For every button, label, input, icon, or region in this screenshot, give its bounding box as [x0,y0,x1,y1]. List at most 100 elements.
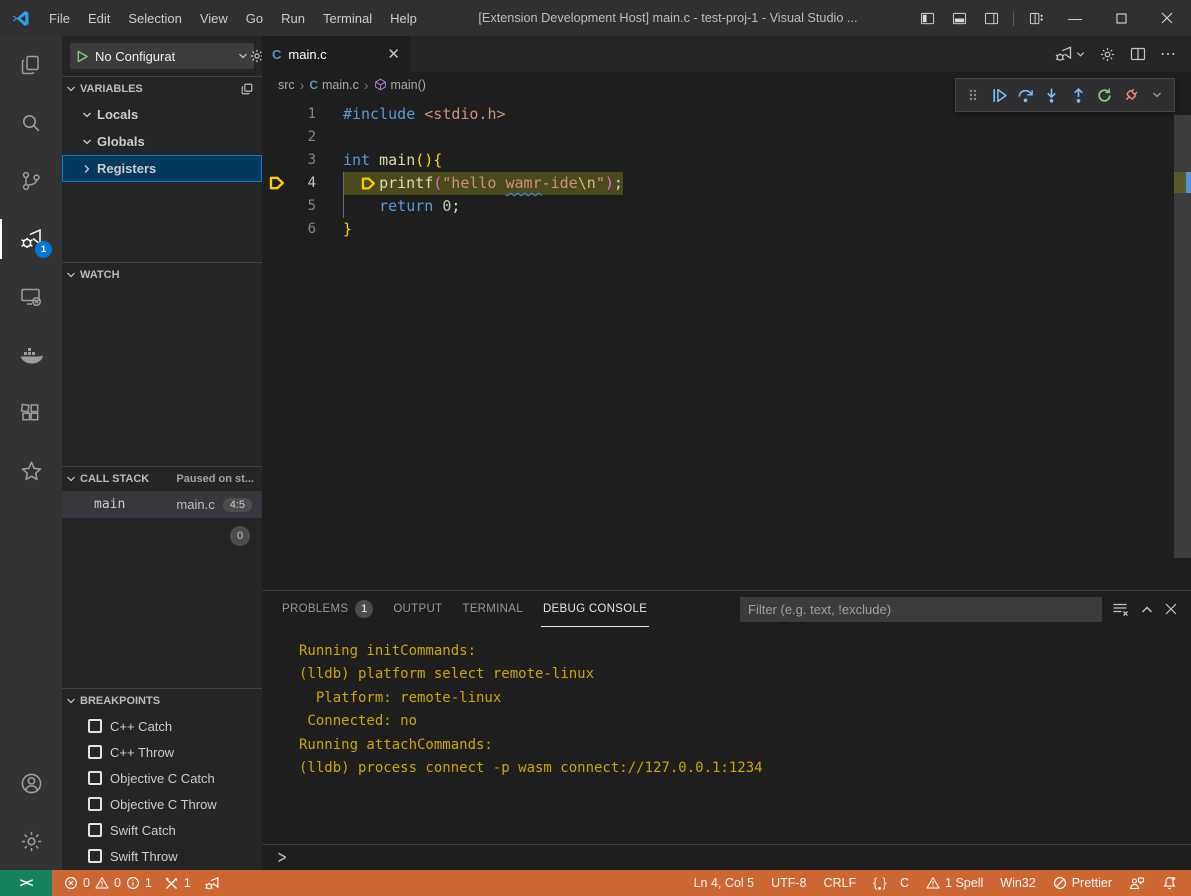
breakpoint-checkbox[interactable] [88,823,102,837]
glyph-margin[interactable] [262,218,290,241]
language-mode[interactable]: {} C [873,876,909,890]
menu-selection[interactable]: Selection [119,7,190,30]
glyph-margin[interactable] [262,149,290,172]
encoding[interactable]: UTF-8 [771,876,806,890]
tools-status[interactable]: 1 [164,876,191,891]
menu-terminal[interactable]: Terminal [314,7,381,30]
breadcrumb-file[interactable]: Cmain.c [309,78,359,92]
variables-item-registers[interactable]: Registers [62,155,262,182]
editor-settings-gear-icon[interactable] [1099,46,1116,63]
extensions-icon[interactable] [0,384,62,442]
split-editor-icon[interactable] [1130,46,1146,62]
search-icon[interactable] [0,94,62,152]
code-line-5[interactable]: 5 return 0; [262,195,1191,218]
toolbar-drag-grip[interactable] [962,82,984,108]
glyph-margin[interactable] [262,126,290,149]
configure-gear-icon[interactable] [249,48,262,64]
panel-tab-debug-console[interactable]: DEBUG CONSOLE [541,591,649,627]
breakpoint-item[interactable]: C++ Throw [62,739,262,765]
glyph-margin[interactable] [262,195,290,218]
breadcrumb-src[interactable]: src [278,78,295,92]
code-line-3[interactable]: 3int main(){ [262,149,1191,172]
code-line-2[interactable]: 2 [262,126,1191,149]
breakpoint-checkbox[interactable] [88,771,102,785]
code-line-6[interactable]: 6} [262,218,1191,241]
remote-explorer-icon[interactable] [0,268,62,326]
close-panel-icon[interactable] [1165,603,1177,615]
step-into-button[interactable] [1041,82,1063,108]
code-line-4[interactable]: 4 printf("hello wamr-ide\n"); [262,172,1191,195]
menu-view[interactable]: View [191,7,237,30]
tab-main-c[interactable]: C main.c ✕ [262,36,410,72]
glyph-margin[interactable] [262,103,290,126]
breadcrumb-symbol[interactable]: main() [374,78,426,92]
docker-icon[interactable] [0,326,62,384]
panel-tab-terminal[interactable]: TERMINAL [460,591,525,627]
panel-tab-problems[interactable]: PROBLEMS1 [280,591,375,627]
step-over-button[interactable] [1015,82,1037,108]
clear-console-icon[interactable] [1112,602,1129,617]
toggle-panel-icon[interactable] [944,4,974,32]
launch-configuration-dropdown[interactable]: No Configurat [70,43,254,69]
current-statement-arrow-icon[interactable] [262,172,290,195]
problems-status[interactable]: 0 0 1 [64,876,152,890]
breakpoint-item[interactable]: Objective C Throw [62,791,262,817]
continue-button[interactable] [988,82,1010,108]
debug-console-input[interactable]: > [262,844,1191,870]
menu-help[interactable]: Help [381,7,426,30]
minimize-button[interactable]: — [1053,1,1097,35]
step-out-button[interactable] [1067,82,1089,108]
platform-target[interactable]: Win32 [1000,876,1035,890]
breakpoint-item[interactable]: Swift Catch [62,817,262,843]
breakpoint-checkbox[interactable] [88,849,102,863]
disconnect-button[interactable] [1120,82,1142,108]
remote-indicator[interactable]: >< [0,870,52,896]
copy-icon[interactable] [240,82,254,96]
call-stack-header[interactable]: CALL STACK Paused on st... [62,467,262,491]
menu-go[interactable]: Go [237,7,272,30]
variables-header[interactable]: VARIABLES [62,77,262,101]
more-actions-icon[interactable]: ⋯ [1160,44,1177,64]
source-control-icon[interactable] [0,152,62,210]
toolbar-more-icon[interactable] [1146,82,1168,108]
stack-frame-row[interactable]: main main.c 4:5 [62,491,262,518]
breakpoint-item[interactable]: Objective C Catch [62,765,262,791]
settings-gear-icon[interactable] [0,812,62,870]
close-window-button[interactable] [1145,1,1189,35]
favorites-star-icon[interactable] [0,442,62,500]
restart-button[interactable] [1093,82,1115,108]
run-or-debug-button[interactable] [1053,44,1085,64]
watch-header[interactable]: WATCH [62,263,262,287]
console-filter-input[interactable] [740,597,1102,622]
panel-tab-output[interactable]: OUTPUT [391,591,444,627]
cursor-position[interactable]: Ln 4, Col 5 [694,876,754,890]
toggle-secondary-sidebar-icon[interactable] [976,4,1006,32]
maximize-button[interactable] [1099,1,1143,35]
customize-layout-icon[interactable] [1021,4,1051,32]
breakpoints-header[interactable]: BREAKPOINTS [62,689,262,713]
explorer-icon[interactable] [0,36,62,94]
code-editor[interactable]: 1#include <stdio.h>23int main(){4 printf… [262,98,1191,590]
menu-edit[interactable]: Edit [79,7,119,30]
breakpoint-checkbox[interactable] [88,719,102,733]
run-and-debug-icon[interactable]: 1 [0,210,62,268]
accounts-icon[interactable] [0,754,62,812]
breakpoint-item[interactable]: Swift Throw [62,843,262,869]
feedback-icon[interactable] [1129,876,1145,891]
menu-file[interactable]: File [40,7,79,30]
formatter-status[interactable]: Prettier [1053,876,1112,890]
variables-item-globals[interactable]: Globals [62,128,262,155]
toggle-sidebar-icon[interactable] [912,4,942,32]
close-tab-icon[interactable]: ✕ [387,45,400,63]
variables-item-locals[interactable]: Locals [62,101,262,128]
breakpoint-checkbox[interactable] [88,797,102,811]
breakpoint-item[interactable]: C++ Catch [62,713,262,739]
eol-sequence[interactable]: CRLF [823,876,856,890]
breakpoint-checkbox[interactable] [88,745,102,759]
maximize-panel-chevron-icon[interactable] [1141,605,1153,614]
menu-run[interactable]: Run [272,7,314,30]
debug-console-output[interactable]: Running initCommands:(lldb) platform sel… [262,627,1191,844]
debug-status-icon[interactable] [203,875,220,892]
spell-checker-status[interactable]: 1 Spell [926,876,983,890]
notifications-bell-icon[interactable] [1162,875,1177,891]
